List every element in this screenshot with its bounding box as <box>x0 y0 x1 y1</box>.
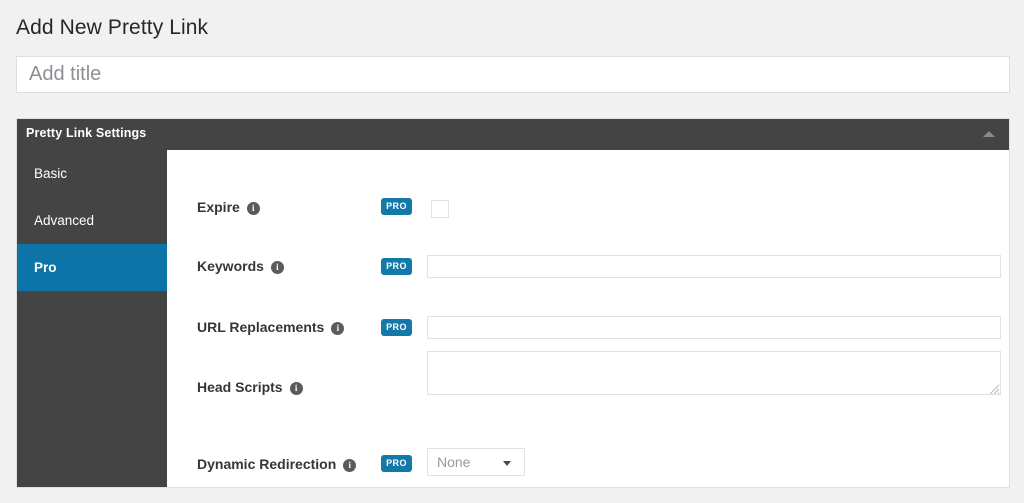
keywords-input[interactable] <box>427 255 1001 278</box>
sidebar-item-advanced[interactable]: Advanced <box>17 197 167 244</box>
info-icon[interactable]: i <box>289 382 303 395</box>
panel-header[interactable]: Pretty Link Settings <box>17 119 1009 150</box>
pro-badge[interactable]: PRO <box>381 319 412 336</box>
head-scripts-textarea[interactable] <box>427 351 1001 395</box>
page-title: Add New Pretty Link <box>16 16 209 39</box>
sidebar-item-label: Pro <box>34 260 57 275</box>
expire-checkbox[interactable] <box>431 200 449 218</box>
field-label-expire: Expire i <box>197 199 260 215</box>
info-icon[interactable]: i <box>246 202 260 215</box>
field-label-dynamic-redirection: Dynamic Redirection i <box>197 456 357 472</box>
pro-badge[interactable]: PRO <box>381 198 412 215</box>
settings-content-pane: Expire i PRO Keywords i PRO URL Replacemen… <box>167 150 1009 487</box>
dynamic-redirection-select[interactable]: None <box>427 448 525 476</box>
field-label-keywords: Keywords i <box>197 258 284 274</box>
field-label-url-replacements: URL Replacements i <box>197 319 345 335</box>
sidebar-item-basic[interactable]: Basic <box>17 150 167 197</box>
pretty-link-settings-panel: Pretty Link Settings Basic Advanced Pro … <box>16 118 1010 488</box>
title-input[interactable] <box>17 57 1009 92</box>
field-label-head-scripts: Head Scripts i <box>197 379 303 395</box>
settings-tab-list: Basic Advanced Pro <box>17 150 167 487</box>
pro-badge[interactable]: PRO <box>381 455 412 472</box>
pro-badge[interactable]: PRO <box>381 258 412 275</box>
info-icon[interactable]: i <box>270 261 284 274</box>
info-icon[interactable]: i <box>343 459 357 472</box>
sidebar-item-label: Basic <box>34 166 68 181</box>
url-replacements-input[interactable] <box>427 316 1001 339</box>
info-icon[interactable]: i <box>331 322 345 335</box>
sidebar-item-pro[interactable]: Pro <box>17 244 167 291</box>
triangle-up-icon[interactable] <box>983 131 995 137</box>
panel-header-title: Pretty Link Settings <box>26 126 147 140</box>
title-field-wrapper[interactable] <box>16 56 1010 93</box>
sidebar-item-label: Advanced <box>34 213 95 228</box>
